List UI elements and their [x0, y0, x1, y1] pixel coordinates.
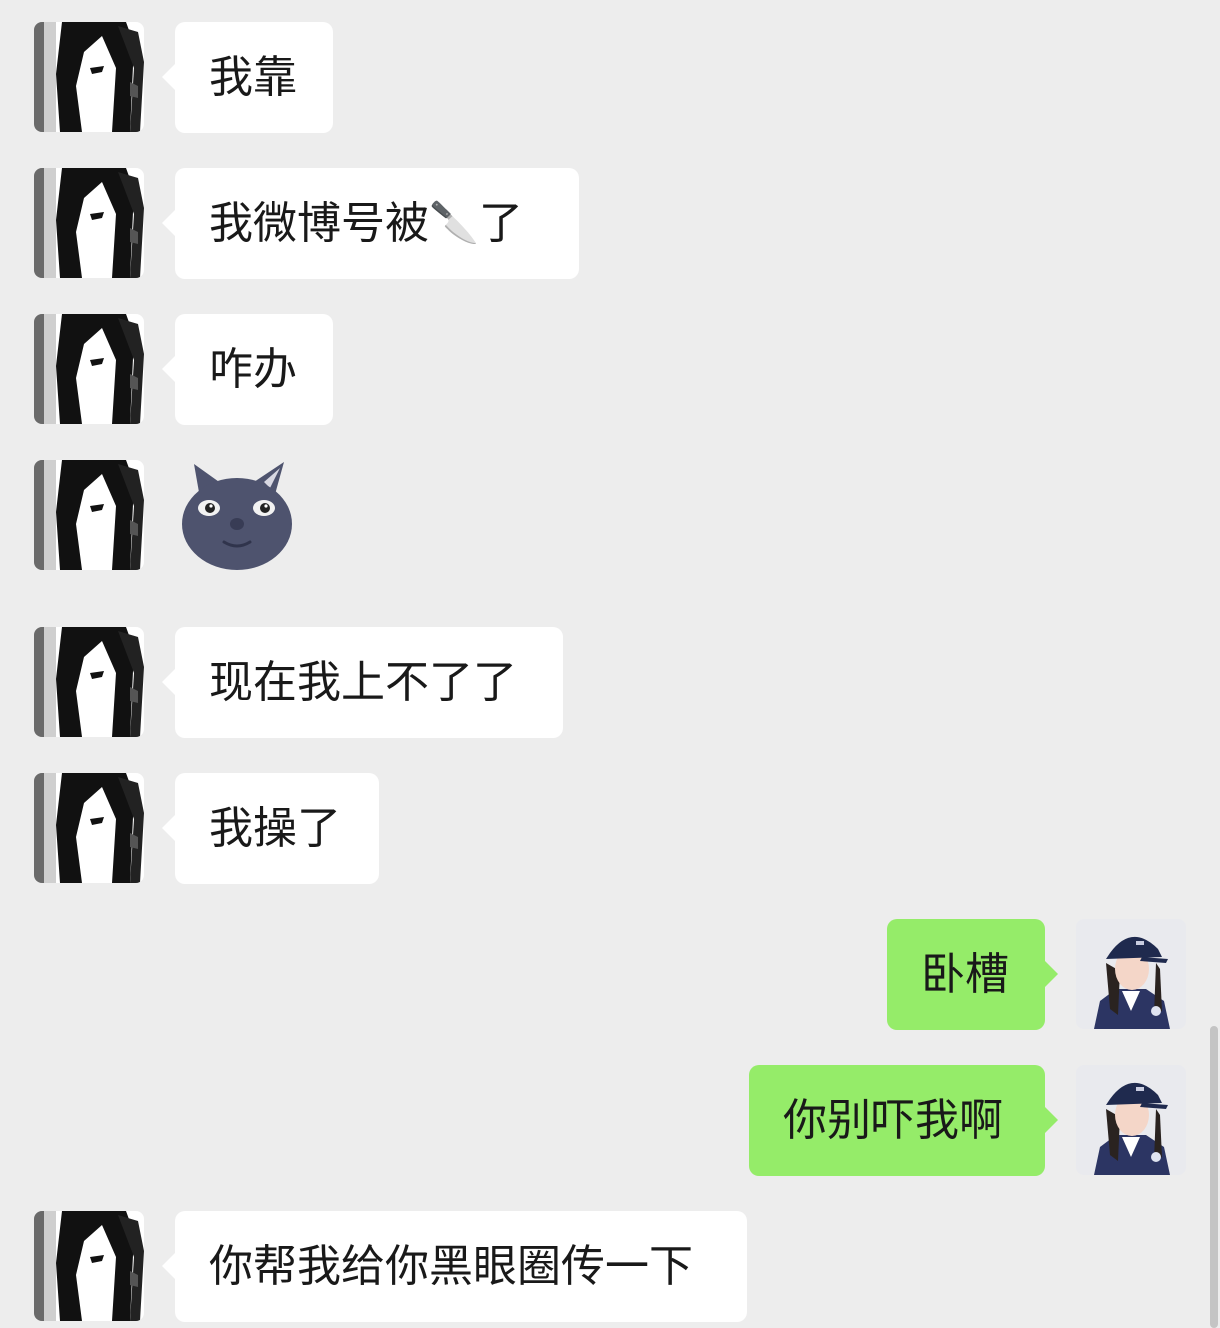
- contact-avatar[interactable]: [34, 22, 144, 132]
- message-text: 我微博号被: [209, 198, 429, 249]
- girl-in-cap-avatar-image: [1076, 1065, 1186, 1175]
- anime-girl-avatar-image: [34, 773, 144, 883]
- girl-in-cap-avatar-image: [1076, 919, 1186, 1029]
- anime-girl-avatar-image: [34, 627, 144, 737]
- incoming-message-bubble[interactable]: 我操了: [162, 773, 379, 884]
- message-text: 你帮我给你黑眼圈传一下: [209, 1241, 693, 1292]
- anime-girl-avatar-image: [34, 168, 144, 278]
- user-avatar[interactable]: [1076, 919, 1186, 1029]
- contact-avatar[interactable]: [34, 1211, 144, 1321]
- message-text: 了: [478, 198, 523, 249]
- outgoing-message-bubble[interactable]: 你别吓我啊: [749, 1065, 1058, 1176]
- contact-avatar[interactable]: [34, 460, 144, 570]
- contact-avatar[interactable]: [34, 168, 144, 278]
- message-text: 咋办: [209, 344, 297, 395]
- incoming-message-bubble[interactable]: 我微博号被🔪了: [162, 168, 579, 279]
- message-text: 现在我上不了了: [209, 657, 517, 708]
- message-text: 卧槽: [921, 949, 1009, 1000]
- anime-girl-avatar-image: [34, 314, 144, 424]
- knife-emoji-icon: 🔪: [429, 200, 479, 246]
- contact-avatar[interactable]: [34, 627, 144, 737]
- anime-girl-avatar-image: [34, 460, 144, 570]
- dark-cat-face-sticker-icon[interactable]: [178, 458, 296, 576]
- message-text: 我靠: [209, 52, 297, 103]
- incoming-message-bubble[interactable]: 我靠: [162, 22, 333, 133]
- scrollbar-thumb[interactable]: [1210, 1026, 1218, 1328]
- incoming-message-bubble[interactable]: 你帮我给你黑眼圈传一下: [162, 1211, 747, 1322]
- contact-avatar[interactable]: [34, 773, 144, 883]
- contact-avatar[interactable]: [34, 314, 144, 424]
- message-text: 你别吓我啊: [783, 1095, 1003, 1146]
- anime-girl-avatar-image: [34, 22, 144, 132]
- message-text: 我操了: [209, 803, 341, 854]
- user-avatar[interactable]: [1076, 1065, 1186, 1175]
- incoming-message-bubble[interactable]: 咋办: [162, 314, 333, 425]
- outgoing-message-bubble[interactable]: 卧槽: [887, 919, 1058, 1030]
- anime-girl-avatar-image: [34, 1211, 144, 1321]
- incoming-message-bubble[interactable]: 现在我上不了了: [162, 627, 563, 738]
